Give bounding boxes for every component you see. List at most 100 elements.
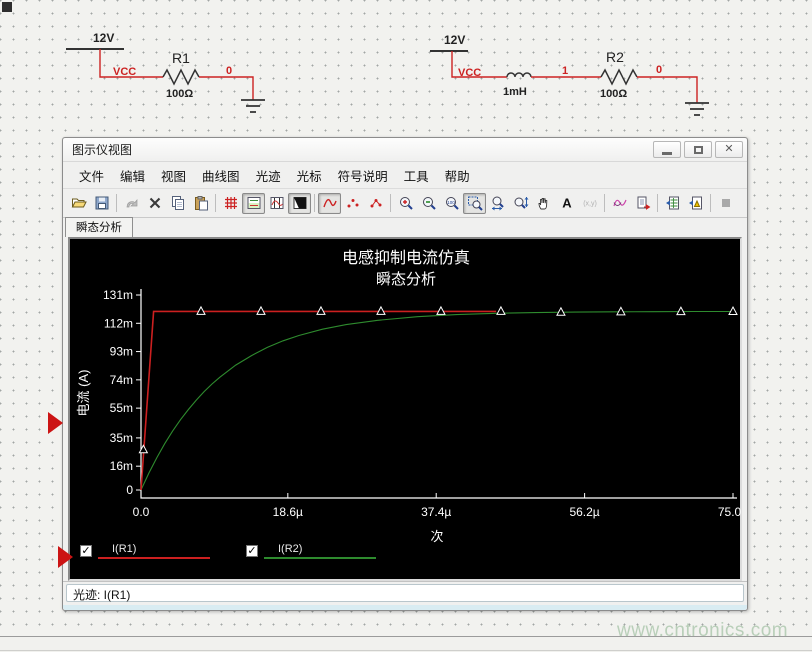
export-excel-icon — [665, 195, 681, 211]
close-button[interactable]: ✕ — [715, 141, 743, 158]
svg-text:56.2µ: 56.2µ — [569, 505, 599, 519]
menu-view[interactable]: 视图 — [153, 162, 194, 189]
coordinates-button[interactable]: (x,y) — [578, 193, 601, 214]
component-value: 100Ω — [600, 88, 627, 100]
trace-checkbox-ir1[interactable]: ✓ — [80, 545, 92, 557]
zoom-out-button[interactable] — [417, 193, 440, 214]
resistor-symbol[interactable] — [601, 70, 637, 84]
zoom-vertical-icon — [513, 195, 529, 211]
legend-item-ir2: ✓ I(R2) — [246, 543, 376, 559]
menu-file[interactable]: 文件 — [71, 162, 112, 189]
zoom-full-button[interactable]: 100 — [440, 193, 463, 214]
ground-symbol[interactable] — [241, 100, 265, 112]
circuit-right[interactable]: 12V VCC 1mH 1 R2 100Ω 0 — [430, 33, 709, 115]
status-bar: 光迹: I(R1) — [63, 581, 747, 605]
circuit-left[interactable]: 12V VCC R1 100Ω 0 — [66, 31, 265, 112]
export-graph-button[interactable] — [684, 193, 707, 214]
show-points-button[interactable] — [341, 193, 364, 214]
chart-area[interactable]: 电感抑制电流仿真瞬态分析电流 (A)次016m35m55m74m93m112m1… — [68, 237, 742, 581]
background-toggle-button[interactable] — [288, 193, 311, 214]
legend-panel-icon — [246, 195, 262, 211]
legend-item-ir1: ✓ I(R1) — [80, 543, 210, 559]
menu-tools[interactable]: 工具 — [396, 162, 437, 189]
svg-text:(x,y): (x,y) — [583, 201, 597, 208]
close-icon: ✕ — [724, 144, 733, 155]
overlay-traces-button[interactable] — [608, 193, 631, 214]
export-data-button[interactable] — [631, 193, 654, 214]
watermark: www.cntronics.com — [617, 620, 788, 642]
supply-label: 12V — [93, 31, 114, 45]
svg-text:100: 100 — [447, 200, 455, 205]
grid-button[interactable] — [219, 193, 242, 214]
export-excel-button[interactable] — [661, 193, 684, 214]
zoom-horizontal-button[interactable] — [486, 193, 509, 214]
menu-cursor[interactable]: 光标 — [289, 162, 330, 189]
annotation-arrow-icon — [58, 546, 73, 568]
delete-button[interactable] — [143, 193, 166, 214]
svg-text:112m: 112m — [104, 316, 133, 330]
svg-text:35m: 35m — [110, 431, 133, 445]
annotation-arrow-icon — [48, 412, 63, 434]
menu-edit[interactable]: 编辑 — [112, 162, 153, 189]
overlay-traces-icon — [612, 195, 628, 211]
resistor-symbol[interactable] — [163, 70, 199, 84]
schematic-canvas: 12V VCC R1 100Ω 0 12V VCC 1mH 1 R2 100Ω … — [0, 0, 812, 136]
zoom-horizontal-icon — [490, 195, 506, 211]
net-label: 0 — [656, 64, 662, 76]
window-titlebar[interactable]: 图示仪视图 ✕ — [63, 138, 747, 162]
show-line-button[interactable] — [318, 193, 341, 214]
net-label: 0 — [226, 65, 232, 77]
show-line-points-icon — [368, 195, 384, 211]
undo-button[interactable] — [120, 193, 143, 214]
toolbar-separator — [657, 194, 658, 212]
legend-label-ir1: I(R1) — [112, 543, 210, 555]
show-line-points-button[interactable] — [364, 193, 387, 214]
transient-plot[interactable]: 电感抑制电流仿真瞬态分析电流 (A)次016m35m55m74m93m112m1… — [70, 239, 742, 579]
cursors-icon — [269, 195, 285, 211]
svg-text:0: 0 — [126, 483, 133, 497]
menu-legend[interactable]: 符号说明 — [330, 162, 396, 189]
grid-icon — [223, 195, 239, 211]
zoom-select-button[interactable] — [463, 193, 486, 214]
toolbar-separator — [710, 194, 711, 212]
open-button[interactable] — [67, 193, 90, 214]
zoom-out-icon — [421, 195, 437, 211]
paste-icon — [193, 195, 209, 211]
coordinates-icon: (x,y) — [582, 195, 598, 211]
save-icon — [94, 195, 110, 211]
stop-icon — [718, 195, 734, 211]
zoom-in-button[interactable] — [394, 193, 417, 214]
save-button[interactable] — [90, 193, 113, 214]
svg-text:A: A — [562, 196, 572, 211]
menu-graph[interactable]: 曲线图 — [194, 162, 248, 189]
svg-text:16m: 16m — [110, 459, 133, 473]
add-text-button[interactable]: A — [555, 193, 578, 214]
zoom-vertical-button[interactable] — [509, 193, 532, 214]
wire[interactable] — [199, 77, 253, 100]
svg-text:0.0: 0.0 — [133, 505, 150, 519]
restore-icon — [694, 146, 703, 154]
tab-transient-analysis[interactable]: 瞬态分析 — [65, 217, 133, 237]
ground-symbol[interactable] — [685, 103, 709, 115]
ref-designator: R1 — [172, 50, 190, 66]
restore-button[interactable] — [684, 141, 712, 158]
supply-label: 12V — [444, 33, 465, 47]
trace-checkbox-ir2[interactable]: ✓ — [246, 545, 258, 557]
wire[interactable] — [637, 77, 697, 103]
menu-help[interactable]: 帮助 — [437, 162, 478, 189]
paste-button[interactable] — [189, 193, 212, 214]
stop-button[interactable] — [714, 193, 737, 214]
menu-trace[interactable]: 光迹 — [248, 162, 289, 189]
cursors-button[interactable] — [265, 193, 288, 214]
copy-button[interactable] — [166, 193, 189, 214]
toolbar-separator — [116, 194, 117, 212]
pan-button[interactable] — [532, 193, 555, 214]
svg-text:74m: 74m — [110, 373, 133, 387]
net-label: VCC — [113, 66, 136, 78]
legend-line-ir2 — [264, 557, 376, 559]
inductor-symbol[interactable] — [507, 73, 531, 77]
zoom-select-icon — [467, 195, 483, 211]
minimize-button[interactable] — [653, 141, 681, 158]
export-data-icon — [635, 195, 651, 211]
legend-panel-button[interactable] — [242, 193, 265, 214]
